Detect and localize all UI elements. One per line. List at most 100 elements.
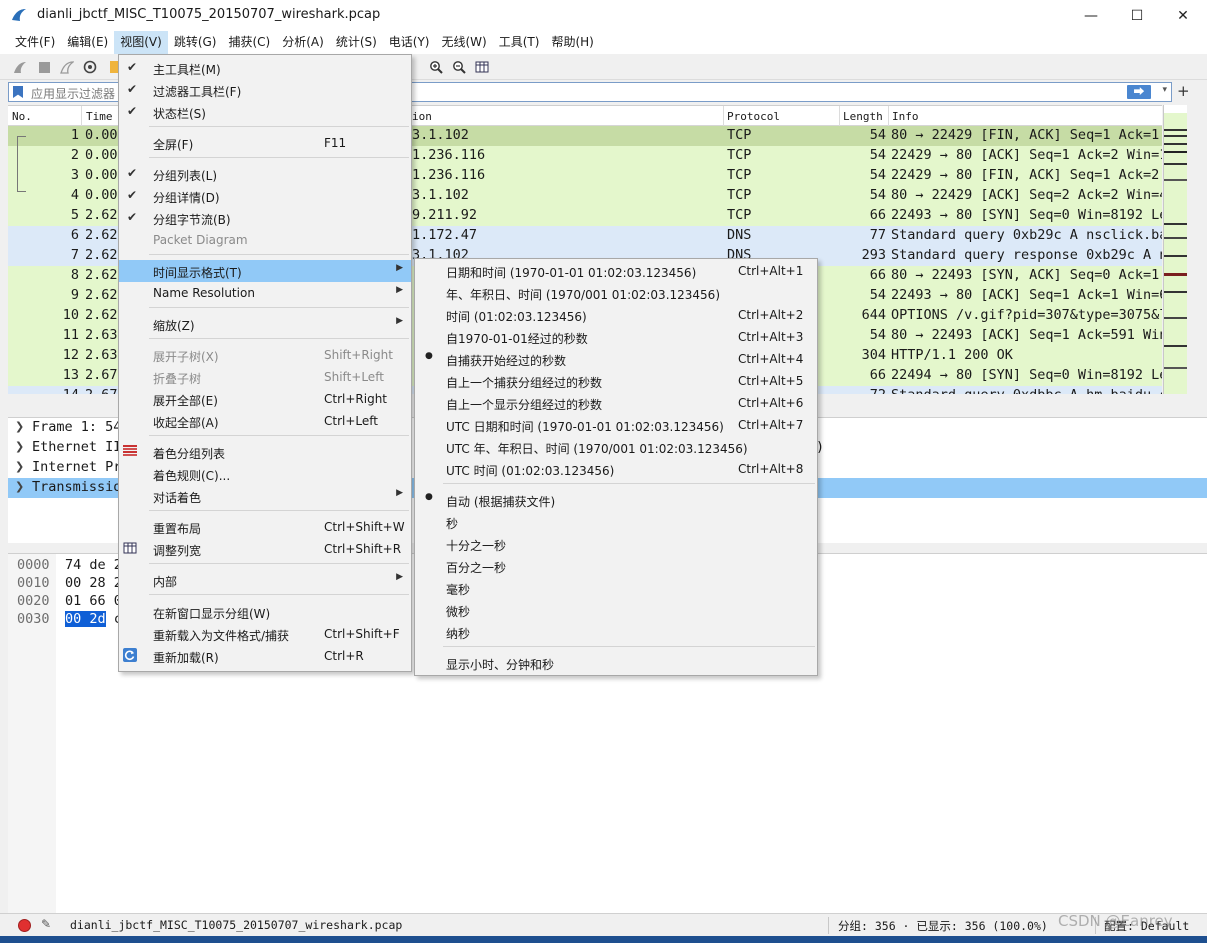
menu-item-name-resolution[interactable]: Name Resolution ▶ bbox=[119, 282, 411, 304]
zoom-in-icon[interactable] bbox=[428, 59, 444, 75]
filter-history-chevron-down-icon[interactable]: ▾ bbox=[1162, 85, 1167, 95]
menu-item-internals[interactable]: 内部 ▶ bbox=[119, 569, 411, 591]
menu-capture[interactable]: 捕获(C) bbox=[222, 31, 276, 54]
submenu-item-utc-date-time[interactable]: UTC 日期和时间 (1970-01-01 01:02:03.123456) Ct… bbox=[415, 414, 817, 436]
submenu-item-since-previous-captured[interactable]: 自上一个捕获分组经过的秒数 Ctrl+Alt+5 bbox=[415, 370, 817, 392]
expert-info-status-icon[interactable] bbox=[18, 919, 31, 932]
menu-item-packet-bytes[interactable]: ✔ 分组字节流(B) bbox=[119, 207, 411, 229]
chevron-right-icon[interactable]: ❯ bbox=[15, 440, 24, 453]
menu-edit[interactable]: 编辑(E) bbox=[61, 31, 114, 54]
menu-item-main-toolbar[interactable]: ✔ 主工具栏(M) bbox=[119, 57, 411, 79]
menu-analyze[interactable]: 分析(A) bbox=[276, 31, 330, 54]
close-button[interactable]: ✕ bbox=[1160, 0, 1206, 31]
status-file-name: dianli_jbctf_MISC_T10075_20150707_wiresh… bbox=[70, 918, 403, 932]
cell-protocol: TCP bbox=[727, 147, 752, 163]
cell-time: 2.67 bbox=[85, 387, 118, 394]
cell-no: 12 bbox=[62, 347, 79, 363]
resize-columns-icon[interactable] bbox=[474, 59, 490, 75]
menu-item-status-bar[interactable]: ✔ 状态栏(S) bbox=[119, 101, 411, 123]
zoom-out-icon[interactable] bbox=[451, 59, 467, 75]
submenu-item-since-previous-displayed[interactable]: 自上一个显示分组经过的秒数 Ctrl+Alt+6 bbox=[415, 392, 817, 414]
submenu-item-precision-deciseconds[interactable]: 十分之一秒 bbox=[415, 533, 817, 555]
submenu-item-precision-seconds[interactable]: 秒 bbox=[415, 511, 817, 533]
menu-item-zoom[interactable]: 缩放(Z) ▶ bbox=[119, 313, 411, 335]
watermark: CSDN @Eanrey bbox=[1058, 912, 1173, 930]
submenu-item-precision-milliseconds[interactable]: 毫秒 bbox=[415, 577, 817, 599]
cell-length: 72 bbox=[840, 387, 886, 394]
cell-protocol: TCP bbox=[727, 207, 752, 223]
submenu-item-precision-auto[interactable]: ● 自动 (根据捕获文件) bbox=[415, 489, 817, 511]
menu-item-packet-diagram[interactable]: Packet Diagram bbox=[119, 229, 411, 251]
cell-time: 0.00 bbox=[85, 187, 118, 203]
cell-no: 5 bbox=[70, 207, 79, 223]
column-header-time[interactable]: Time bbox=[86, 110, 113, 123]
bookmark-icon[interactable] bbox=[13, 86, 23, 98]
menu-tools[interactable]: 工具(T) bbox=[493, 31, 546, 54]
menu-item-reset-layout[interactable]: 重置布局 Ctrl+Shift+W bbox=[119, 516, 411, 538]
submenu-arrow-icon: ▶ bbox=[396, 572, 403, 582]
menu-item-expand-subtrees[interactable]: 展开子树(X) Shift+Right bbox=[119, 344, 411, 366]
submenu-item-utc-year-doy-time[interactable]: UTC 年、年积日、时间 (1970/001 01:02:03.123456) bbox=[415, 436, 817, 458]
cell-length: 54 bbox=[869, 187, 886, 203]
submenu-item-seconds-since-epoch[interactable]: 自1970-01-01经过的秒数 Ctrl+Alt+3 bbox=[415, 326, 817, 348]
menu-item-packet-details[interactable]: ✔ 分组详情(D) bbox=[119, 185, 411, 207]
menu-item-filter-toolbar[interactable]: ✔ 过滤器工具栏(F) bbox=[119, 79, 411, 101]
submenu-item-precision-centiseconds[interactable]: 百分之一秒 bbox=[415, 555, 817, 577]
submenu-item-precision-microseconds[interactable]: 微秒 bbox=[415, 599, 817, 621]
column-header-length[interactable]: Length bbox=[843, 110, 883, 123]
menu-item-reload-as-file-format[interactable]: 重新载入为文件格式/捕获 Ctrl+Shift+F bbox=[119, 623, 411, 645]
menu-go[interactable]: 跳转(G) bbox=[168, 31, 223, 54]
cell-time: 2.62 bbox=[85, 247, 118, 263]
stop-capture-icon[interactable] bbox=[36, 59, 52, 75]
menu-item-colorize-packet-list[interactable]: 着色分组列表 bbox=[119, 441, 411, 463]
restart-capture-icon[interactable] bbox=[59, 59, 75, 75]
submenu-item-show-hours-minutes-seconds[interactable]: 显示小时、分钟和秒 bbox=[415, 652, 817, 674]
column-header-no[interactable]: No. bbox=[12, 110, 32, 123]
cell-info: 22429 → 80 [FIN, ACK] Seq=1 Ack=2 bbox=[891, 167, 1160, 183]
menu-item-fullscreen[interactable]: 全屏(F) F11 bbox=[119, 132, 411, 154]
menu-item-coloring-rules[interactable]: 着色规则(C)... bbox=[119, 463, 411, 485]
maximize-button[interactable]: ☐ bbox=[1114, 0, 1160, 31]
minimize-button[interactable]: — bbox=[1068, 0, 1114, 31]
cell-destination: 1.172.47 bbox=[412, 227, 478, 243]
menu-item-colorize-conversation[interactable]: 对话着色 ▶ bbox=[119, 485, 411, 507]
chevron-right-icon[interactable]: ❯ bbox=[15, 480, 24, 493]
start-capture-fin-icon[interactable] bbox=[12, 59, 28, 75]
submenu-item-seconds-since-capture-start[interactable]: ● 自捕获开始经过的秒数 Ctrl+Alt+4 bbox=[415, 348, 817, 370]
add-filter-button[interactable]: + bbox=[1177, 82, 1190, 100]
menu-statistics[interactable]: 统计(S) bbox=[330, 31, 383, 54]
menu-item-resize-columns[interactable]: 调整列宽 Ctrl+Shift+R bbox=[119, 538, 411, 560]
menu-item-reload[interactable]: 重新加载(R) Ctrl+R bbox=[119, 645, 411, 667]
radio-selected-icon: ● bbox=[425, 492, 433, 502]
capture-options-gear-icon[interactable] bbox=[82, 59, 98, 75]
menu-view[interactable]: 视图(V) bbox=[114, 31, 168, 54]
submenu-item-precision-nanoseconds[interactable]: 纳秒 bbox=[415, 621, 817, 643]
menu-help[interactable]: 帮助(H) bbox=[545, 31, 599, 54]
menu-file[interactable]: 文件(F) bbox=[9, 31, 61, 54]
packet-minimap-scrollbar[interactable] bbox=[1163, 105, 1187, 394]
menu-item-expand-all[interactable]: 展开全部(E) Ctrl+Right bbox=[119, 388, 411, 410]
apply-filter-arrow-icon[interactable]: ⮕ bbox=[1127, 85, 1151, 99]
menu-item-packet-list[interactable]: ✔ 分组列表(L) bbox=[119, 163, 411, 185]
column-header-destination[interactable]: ion bbox=[412, 110, 432, 123]
menu-telephony[interactable]: 电话(Y) bbox=[383, 31, 436, 54]
capture-comment-icon[interactable]: ✎ bbox=[41, 917, 55, 932]
view-menu-dropdown: ✔ 主工具栏(M) ✔ 过滤器工具栏(F) ✔ 状态栏(S) 全屏(F) F11 ✔ 分组… bbox=[118, 54, 412, 672]
submenu-item-utc-time[interactable]: UTC 时间 (01:02:03.123456) Ctrl+Alt+8 bbox=[415, 458, 817, 480]
submenu-item-year-doy-time[interactable]: 年、年积日、时间 (1970/001 01:02:03.123456) bbox=[415, 282, 817, 304]
column-header-protocol[interactable]: Protocol bbox=[727, 110, 780, 123]
selected-bytes[interactable]: 00 2d bbox=[65, 611, 106, 627]
menu-wireless[interactable]: 无线(W) bbox=[436, 31, 493, 54]
submenu-item-date-time[interactable]: 日期和时间 (1970-01-01 01:02:03.123456) Ctrl+A… bbox=[415, 260, 817, 282]
menu-item-time-display-format[interactable]: 时间显示格式(T) ▶ bbox=[119, 260, 411, 282]
filter-placeholder: 应用显示过滤器 bbox=[31, 87, 116, 101]
menu-item-collapse-all[interactable]: 收起全部(A) Ctrl+Left bbox=[119, 410, 411, 432]
chevron-right-icon[interactable]: ❯ bbox=[15, 420, 24, 433]
cell-length: 644 bbox=[861, 307, 886, 323]
menu-item-collapse-subtrees[interactable]: 折叠子树 Shift+Left bbox=[119, 366, 411, 388]
menu-item-show-packet-new-window[interactable]: 在新窗口显示分组(W) bbox=[119, 601, 411, 623]
column-header-info[interactable]: Info bbox=[892, 110, 919, 123]
check-icon: ✔ bbox=[127, 82, 138, 96]
submenu-item-time-of-day[interactable]: 时间 (01:02:03.123456) Ctrl+Alt+2 bbox=[415, 304, 817, 326]
chevron-right-icon[interactable]: ❯ bbox=[15, 460, 24, 473]
